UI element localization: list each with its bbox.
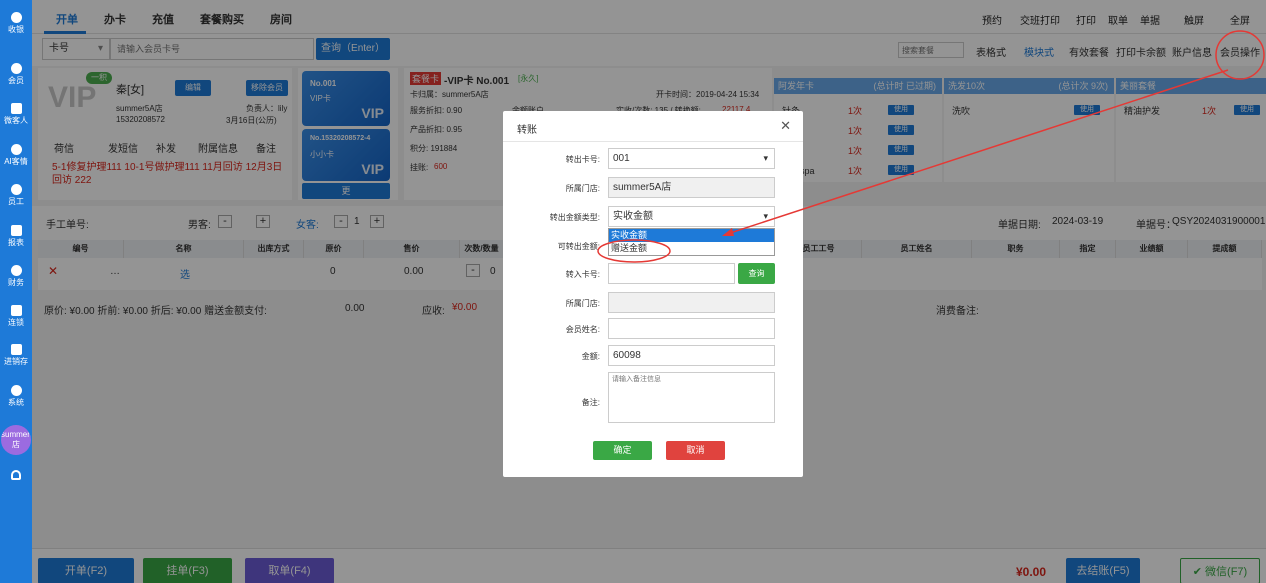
annotation-layer	[597, 30, 1265, 263]
annotation-arrow	[723, 69, 1229, 236]
annotation-circle	[597, 239, 671, 263]
arrow-head	[722, 228, 734, 236]
